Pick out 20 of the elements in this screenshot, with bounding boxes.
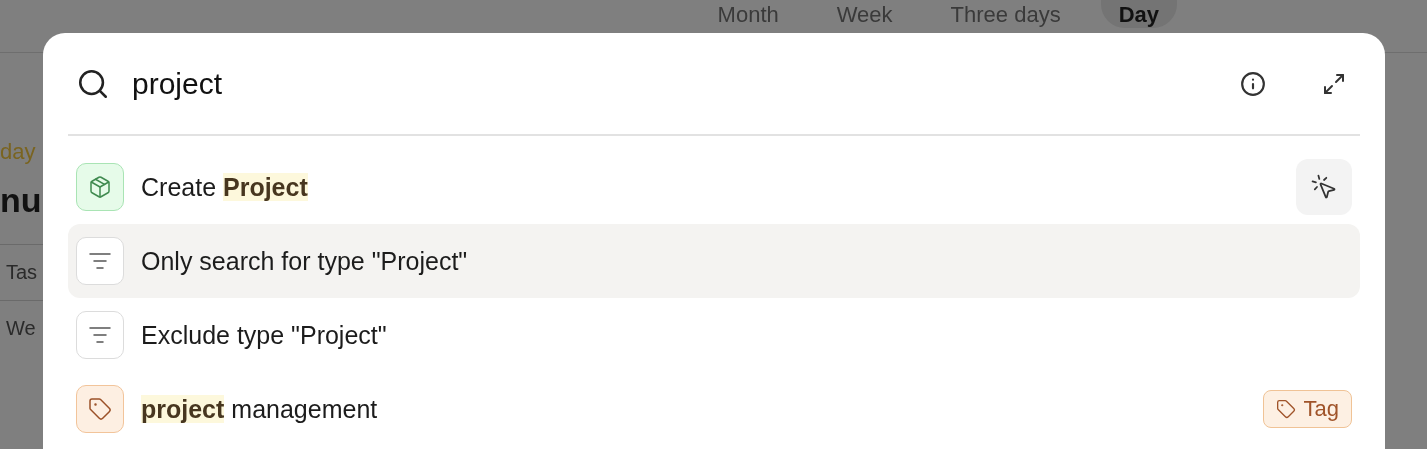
result-item[interactable]: Only search for type "Project" (68, 224, 1360, 298)
search-input[interactable]: project (130, 65, 1214, 102)
result-label: Create Project (141, 172, 309, 202)
tag-icon (76, 385, 124, 433)
view-tab[interactable]: Day (1100, 0, 1177, 28)
date-label: day (0, 139, 37, 165)
package-icon (76, 163, 124, 211)
result-item[interactable]: project management Tag (68, 372, 1360, 446)
cursor-click-icon (1310, 173, 1338, 201)
page-heading: nu (0, 181, 43, 220)
result-item[interactable]: Create Project (68, 150, 1360, 224)
result-item[interactable]: Exclude type "Project" (68, 298, 1360, 372)
expand-icon (1322, 71, 1346, 96)
info-icon (1240, 70, 1266, 97)
result-label: project management (141, 394, 379, 424)
result-label: Only search for type "Project" (141, 246, 469, 276)
click-action-button[interactable] (1296, 159, 1352, 215)
type-badge: Tag (1262, 390, 1352, 428)
result-label: Exclude type "Project" (141, 320, 388, 350)
filter-icon (76, 237, 124, 285)
